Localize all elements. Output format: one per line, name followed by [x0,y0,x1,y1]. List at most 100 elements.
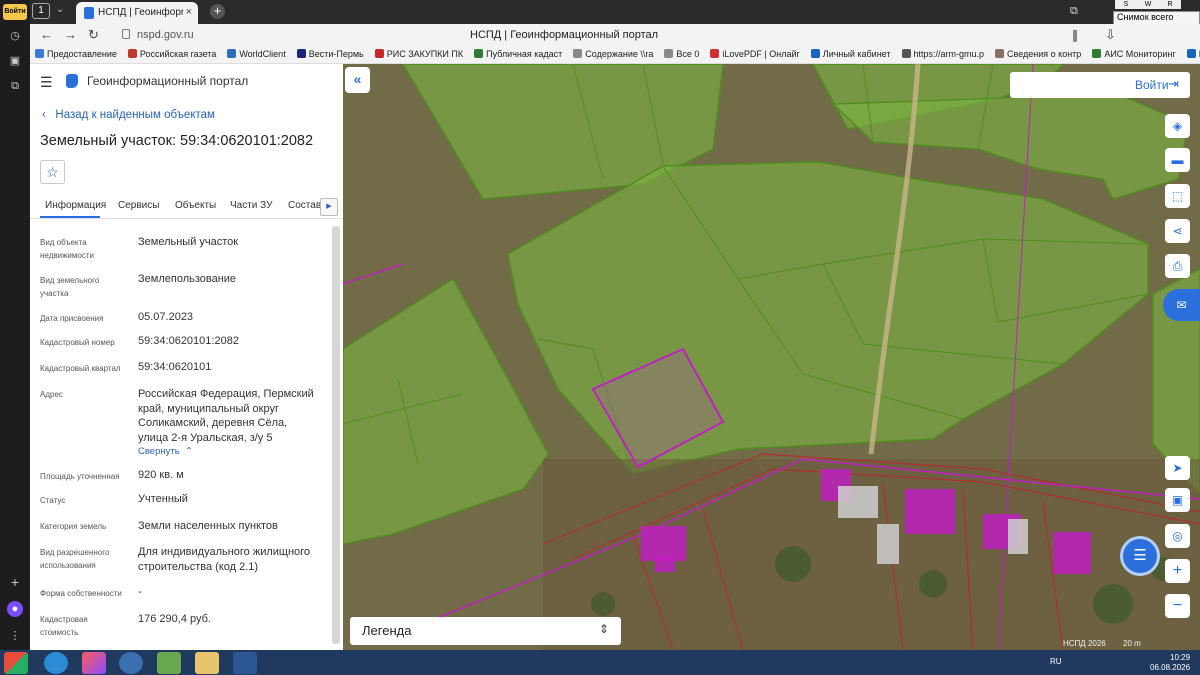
start-button-icon[interactable] [4,652,28,674]
tab-count[interactable]: 1 [32,3,50,19]
app-icon[interactable] [82,652,106,674]
bookmark-label: Содержание \\ra [585,49,654,59]
minimap-icon[interactable]: ▣ [1165,488,1190,512]
address-bar-row: ← → ↻ nspd.gov.ru НСПД | Геоинформационн… [30,24,1200,46]
back-arrow-icon[interactable]: ← [40,27,53,42]
bookmark-label: Предоставление [47,49,117,59]
select-area-icon[interactable]: ⬚ [1165,184,1190,208]
collapse-panel-button[interactable]: « [345,67,370,93]
field-label: Площадь уточненная [40,472,120,481]
field-label: Вид земельного участка [40,276,100,298]
satellite-map [343,64,1200,650]
field-label: Вид объекта недвижимости [40,238,94,260]
add-icon[interactable]: + [7,574,23,590]
bookmark-item[interactable]: Сведения о контр [990,46,1087,59]
reload-icon[interactable]: ↻ [88,27,99,43]
collections-icon[interactable]: ⧉ [1070,5,1078,18]
zoom-out-button[interactable]: − [1165,594,1190,618]
bookmark-item[interactable]: https://arm-gmu.p [897,46,991,59]
tab-nspd[interactable]: НСПД | Геоинформационный портал × [76,2,198,24]
network-app-icon[interactable] [157,652,181,674]
clock[interactable]: 10:29 06.08.2026 [1150,653,1190,673]
ie-browser-icon[interactable] [44,652,68,674]
login-label: Войти [1135,78,1169,92]
bookmark-item[interactable]: АИС Мониторинг [1087,46,1181,59]
tab-services[interactable]: Сервисы [118,200,159,211]
field-label: Кадастровый квартал [40,364,121,373]
bookmark-item[interactable]: Российская газета [123,46,222,59]
screenshot-w-button[interactable]: W [1137,0,1159,9]
explorer-icon[interactable] [195,652,219,674]
collapse-address-link[interactable]: Свернуть ⌃ [138,446,193,457]
bookmark-label: Все 0 [676,49,700,59]
menu-icon[interactable]: ☰ [40,74,54,91]
login-badge[interactable]: Войти [3,4,27,20]
bookmark-item[interactable]: Вести-Пермь [292,46,370,59]
forward-arrow-icon[interactable]: → [64,27,77,42]
bookmark-item[interactable]: Личный кабинет [806,46,897,59]
field-value: 59:34:0620101 [138,361,212,373]
bookmark-label: РИС ЗАКУПКИ ПК [386,49,464,59]
expand-collapse-icon: ⇕ [598,622,609,636]
login-button[interactable]: Войти ⇥ [1010,72,1190,98]
geolocation-icon[interactable]: ◎ [1165,524,1190,548]
url-field[interactable]: nspd.gov.ru [137,29,194,41]
bookmark-label: Сведения о контр [1007,49,1082,59]
tab-composition[interactable]: Состав [288,200,321,211]
screenshot-r-button[interactable]: R [1159,0,1181,9]
bookmark-item[interactable]: Содержание \\ra [568,46,659,59]
bookmark-item[interactable]: РИС ЗАКУПКИ ПК [370,46,469,59]
language-indicator[interactable]: RU [1050,657,1062,666]
screenshot-icon[interactable]: ⧉ [7,78,23,94]
field-label: Кадастровая стоимость [40,615,88,637]
alice-icon[interactable]: ● [7,601,23,617]
tab-objects[interactable]: Объекты [175,200,216,211]
field-label: Форма собственности [40,589,122,598]
assistant-chat-icon[interactable]: ☰ [1120,536,1160,576]
tab-parts[interactable]: Части ЗУ [230,200,272,211]
field-value: 59:34:0620101:2082 [138,335,239,347]
close-tab-icon[interactable]: × [186,6,192,18]
print-icon[interactable]: ⎙ [1165,254,1190,278]
favorite-star-icon[interactable]: ☆ [40,160,65,184]
zoom-in-button[interactable]: + [1165,559,1190,583]
bookmark-item[interactable]: iLovePDF | Онлайг [705,46,805,59]
bookmark-favicon-icon [901,49,911,58]
locate-me-icon[interactable]: ➤ [1165,456,1190,480]
bookmark-label: https://arm-gmu.p [913,49,985,59]
map-viewport[interactable]: « Войти ⇥ ◈ ▬ ⬚ ⋖ ⎙ ✉ ➤ ▣ ◎ + − ☰ Легенд… [343,64,1200,650]
favicon-icon [84,7,94,19]
new-tab-button[interactable]: + [210,4,225,19]
tab-info[interactable]: Информация [45,200,106,211]
legend-label: Легенда [362,623,412,638]
legend-dropdown[interactable]: Легенда ⇕ [350,617,621,645]
parcel-title: Земельный участок: 59:34:0620101:2082 [40,133,314,149]
bookmark-item[interactable]: Все 0 [659,46,705,59]
tab-number-icon[interactable]: ▣ [7,53,23,69]
download-icon[interactable]: ⇩ [1105,27,1116,43]
rail-menu-icon[interactable]: ⋮ [7,628,23,644]
history-icon[interactable]: ◷ [7,28,23,44]
bookmark-item[interactable]: Публичная кадаст [469,46,568,59]
yandex-browser-icon[interactable] [119,652,143,674]
bookmark-item[interactable]: WorldClient [222,46,291,59]
chevron-down-icon[interactable]: ⌄ [56,4,64,15]
field-label: Дата присвоения [40,314,104,323]
bookmark-icon[interactable]: ❚ [1070,28,1080,42]
bookmark-label: WorldClient [239,49,286,59]
bookmark-item[interactable]: РСАА :: Информа [1182,46,1200,59]
tabs-scroll-right-icon[interactable]: ▶ [320,198,338,216]
bookmark-item[interactable]: Предоставление [30,46,123,59]
share-icon[interactable]: ⋖ [1165,219,1190,243]
word-icon[interactable] [233,652,257,674]
tabs-divider [30,218,343,219]
layers-icon[interactable]: ◈ [1165,114,1190,138]
bookmark-label: iLovePDF | Онлайг [722,49,800,59]
field-value: Для индивидуального жилищного строительс… [138,546,311,573]
back-to-results-link[interactable]: ‹ Назад к найденным объектам [42,109,215,121]
screenshot-s-button[interactable]: S [1115,0,1137,9]
ruler-icon[interactable]: ▬ [1165,148,1190,172]
bookmark-favicon-icon [664,49,674,58]
panel-scrollbar[interactable] [332,226,340,644]
chat-support-icon[interactable]: ✉ [1163,289,1200,321]
